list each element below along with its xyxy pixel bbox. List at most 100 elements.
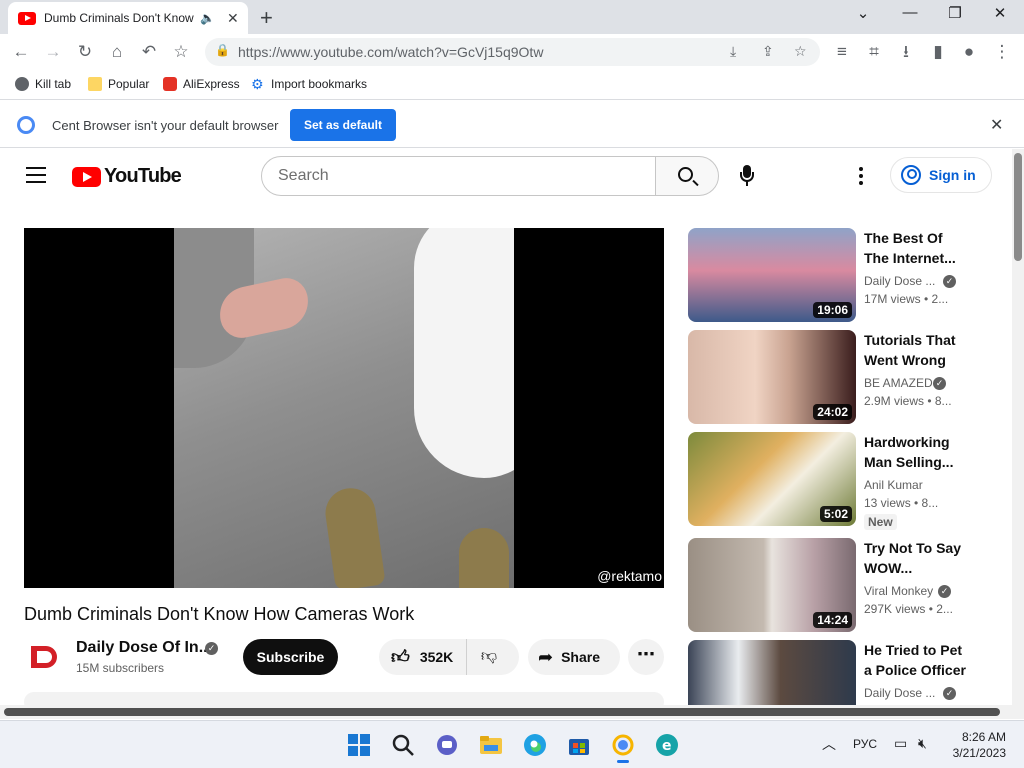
- scrollbar-thumb[interactable]: [4, 708, 1000, 716]
- search-button[interactable]: [655, 156, 719, 196]
- youtube-logo[interactable]: YouTube: [72, 165, 182, 188]
- star-bookmark-icon[interactable]: ☆: [794, 43, 807, 60]
- undo-close-icon[interactable]: ↶: [138, 41, 160, 63]
- more-actions-button[interactable]: ⋯: [628, 639, 664, 675]
- network-icon[interactable]: ▭: [894, 735, 907, 752]
- bookmarks-bar: Kill tab Popular AliExpress ⚙ Import boo…: [0, 70, 1024, 100]
- bookmark-kill-tab[interactable]: Kill tab: [15, 77, 71, 91]
- settings-kebab-icon[interactable]: [858, 167, 864, 185]
- windows-start-icon[interactable]: [347, 733, 371, 757]
- edge-e-app-icon[interactable]: e: [655, 733, 679, 757]
- video-title[interactable]: Hardworking Man Selling...: [864, 432, 966, 472]
- dislike-button[interactable]: 👎︎: [477, 647, 501, 667]
- chevron-up-icon[interactable]: ︿: [822, 734, 836, 754]
- install-icon[interactable]: ⤓: [730, 43, 736, 60]
- hamburger-menu-icon[interactable]: [26, 167, 46, 183]
- download-icon[interactable]: ⭳: [895, 41, 917, 63]
- bookmark-label: AliExpress: [183, 77, 240, 91]
- tab-title: Dumb Criminals Don't Know How Cameras Wo…: [44, 11, 194, 25]
- search-input[interactable]: [262, 157, 622, 195]
- chat-icon[interactable]: [435, 733, 459, 757]
- channel-name[interactable]: BE AMAZED: [864, 376, 933, 390]
- scrollbar-thumb[interactable]: [1014, 153, 1022, 261]
- subscribe-button[interactable]: Subscribe: [243, 639, 338, 675]
- channel-name[interactable]: Daily Dose ...: [864, 686, 935, 700]
- browser-toolbar: ← → ↻ ⌂ ↶ ☆ 🔒 https://www.youtube.com/wa…: [0, 34, 1024, 70]
- channel-name[interactable]: Daily Dose ...: [864, 274, 935, 288]
- video-thumbnail[interactable]: 19:06: [688, 228, 856, 322]
- window-close-button[interactable]: ✕: [985, 4, 1015, 22]
- profile-avatar-icon[interactable]: ●: [958, 41, 980, 63]
- back-arrow-icon[interactable]: ←: [10, 41, 32, 63]
- vertical-scrollbar[interactable]: [1012, 149, 1024, 705]
- channel-avatar[interactable]: [28, 640, 62, 674]
- search-icon[interactable]: [391, 733, 415, 757]
- video-title[interactable]: Try Not To Say WOW...: [864, 538, 966, 578]
- reading-list-icon[interactable]: ≡: [831, 41, 853, 63]
- channel-name[interactable]: Daily Dose Of In...: [76, 639, 212, 657]
- volume-muted-icon[interactable]: 🔇︎: [918, 735, 927, 752]
- crop-icon[interactable]: ⌗: [863, 41, 885, 63]
- video-thumbnail[interactable]: 5:02: [688, 432, 856, 526]
- forward-arrow-icon[interactable]: →: [42, 41, 64, 63]
- minimize-button[interactable]: —: [895, 4, 925, 21]
- list-item[interactable]: 5:02 Hardworking Man Selling... Anil Kum…: [688, 432, 978, 530]
- reload-icon[interactable]: ↻: [74, 41, 96, 63]
- browser-tab-active[interactable]: Dumb Criminals Don't Know How Cameras Wo…: [8, 2, 248, 34]
- speaker-icon[interactable]: 🔈: [200, 11, 215, 25]
- video-player[interactable]: @rektamo: [24, 228, 664, 588]
- video-title[interactable]: He Tried to Pet a Police Officer: [864, 640, 966, 680]
- side-panel-icon[interactable]: ▮: [927, 41, 949, 63]
- list-item[interactable]: 24:02 Tutorials That Went Wrong -... BE …: [688, 330, 978, 426]
- channel-name[interactable]: Viral Monkey: [864, 584, 933, 598]
- lock-icon[interactable]: 🔒: [215, 43, 230, 57]
- youtube-page: YouTube Sign in @rektamo Dumb Criminals …: [0, 149, 1012, 705]
- bookmark-aliexpress[interactable]: AliExpress: [163, 77, 240, 91]
- restore-button[interactable]: ❐: [940, 4, 970, 22]
- tab-close-icon[interactable]: ✕: [227, 10, 239, 27]
- microsoft-store-icon[interactable]: [567, 733, 591, 757]
- horizontal-scrollbar[interactable]: [0, 705, 1024, 719]
- set-as-default-button[interactable]: Set as default: [290, 109, 396, 141]
- home-icon[interactable]: ⌂: [106, 41, 128, 63]
- windows-taskbar: e ︿ РУС ▭ 🔇︎ 8:26 AM 3/21/2023: [0, 720, 1024, 768]
- sign-in-button[interactable]: Sign in: [890, 157, 992, 193]
- video-thumbnail[interactable]: [688, 640, 856, 705]
- infobar-message: Cent Browser isn't your default browser: [52, 118, 279, 133]
- search-icon: [678, 167, 693, 182]
- list-item[interactable]: 14:24 Try Not To Say WOW... Viral Monkey…: [688, 538, 978, 634]
- menu-kebab-icon[interactable]: ⋮: [991, 41, 1013, 63]
- language-indicator[interactable]: РУС: [853, 737, 877, 751]
- video-title[interactable]: The Best Of The Internet...: [864, 228, 966, 268]
- bookmark-folder-popular[interactable]: Popular: [88, 77, 149, 91]
- search-box[interactable]: [261, 156, 656, 196]
- share-page-icon[interactable]: ⇪: [762, 43, 774, 60]
- video-thumbnail[interactable]: 24:02: [688, 330, 856, 424]
- cent-browser-taskbar-icon[interactable]: [611, 733, 635, 763]
- video-title[interactable]: Tutorials That Went Wrong -...: [864, 330, 966, 370]
- tab-search-chevron-icon[interactable]: ⌄: [848, 4, 878, 22]
- description-box[interactable]: [24, 692, 664, 705]
- like-button[interactable]: 👍︎ 352K: [379, 639, 467, 675]
- share-button[interactable]: ➦ Share: [528, 639, 620, 675]
- tab-strip: Dumb Criminals Don't Know How Cameras Wo…: [0, 0, 1024, 34]
- list-item[interactable]: 19:06 The Best Of The Internet... Daily …: [688, 228, 978, 324]
- system-clock[interactable]: 8:26 AM 3/21/2023: [950, 729, 1006, 761]
- gear-icon: ⚙: [251, 76, 264, 92]
- channel-name[interactable]: Anil Kumar: [864, 478, 923, 492]
- url-text[interactable]: https://www.youtube.com/watch?v=GcVj15q9…: [238, 44, 543, 60]
- verified-check-icon: ✓: [943, 275, 956, 288]
- voice-search-mic-icon[interactable]: [737, 165, 757, 187]
- file-explorer-icon[interactable]: [479, 733, 503, 757]
- infobar-close-icon[interactable]: ✕: [990, 115, 1003, 135]
- video-thumbnail[interactable]: 14:24: [688, 538, 856, 632]
- address-bar[interactable]: 🔒 https://www.youtube.com/watch?v=GcVj15…: [205, 38, 820, 66]
- bookmark-star-icon[interactable]: ☆: [170, 41, 192, 63]
- bookmark-import[interactable]: ⚙ Import bookmarks: [251, 77, 367, 91]
- video-duration: 5:02: [819, 506, 852, 522]
- youtube-logo-text: YouTube: [104, 165, 182, 187]
- new-tab-button[interactable]: +: [260, 5, 273, 31]
- edge-browser-icon[interactable]: [523, 733, 547, 757]
- verified-check-icon: ✓: [943, 687, 956, 700]
- list-item[interactable]: He Tried to Pet a Police Officer Daily D…: [688, 640, 978, 705]
